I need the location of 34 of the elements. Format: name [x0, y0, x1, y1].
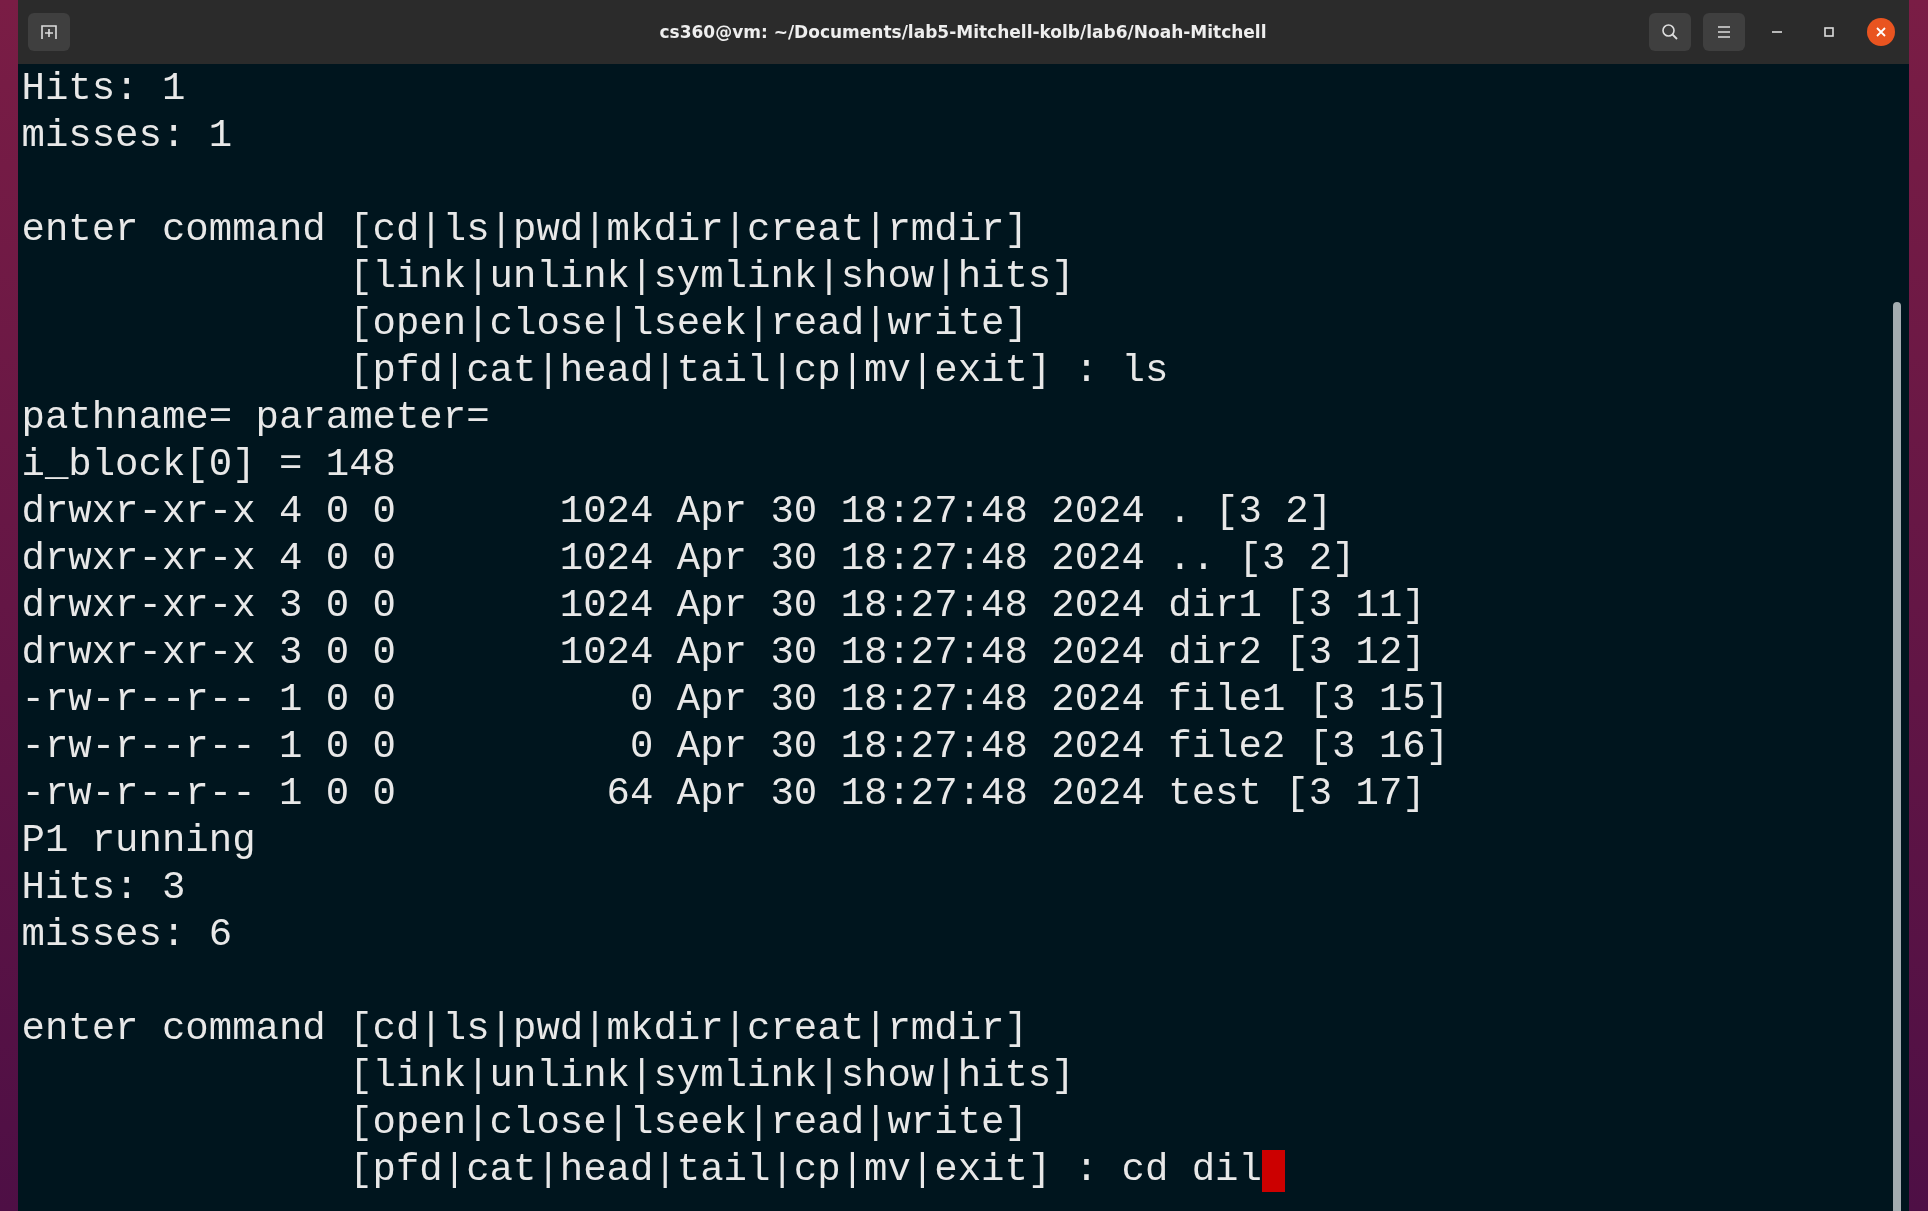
new-tab-icon	[39, 23, 58, 41]
terminal-line: enter command [cd|ls|pwd|mkdir|creat|rmdir]	[21, 1006, 1028, 1053]
terminal-line: drwxr-xr-x 3 0 0 1024 Apr 30 18:27:48 2024 dir2 [3 12]	[21, 630, 1426, 677]
terminal-line: drwxr-xr-x 4 0 0 1024 Apr 30 18:27:48 2024 .. [3 2]	[21, 536, 1356, 583]
window-title: cs360@vm: ~/Documents/lab5-Mitchell-kolb/lab6/Noah-Mitchell	[659, 22, 1267, 42]
terminal-line: -rw-r--r-- 1 0 0 0 Apr 30 18:27:48 2024 file1 [3 15]	[21, 677, 1450, 724]
search-button[interactable]	[1648, 13, 1691, 51]
terminal-line: P1 running	[21, 818, 256, 865]
terminal-line: pathname= parameter=	[21, 395, 490, 442]
terminal-line: [link|unlink|symlink|show|hits]	[348, 1053, 1075, 1100]
minimize-icon	[1771, 31, 1782, 33]
terminal-line: enter command [cd|ls|pwd|mkdir|creat|rmdir]	[21, 207, 1028, 254]
terminal-line: -rw-r--r-- 1 0 0 64 Apr 30 18:27:48 2024 test [3 17]	[21, 771, 1426, 818]
terminal-line: [pfd|cat|head|tail|cp|mv|exit] : cd dil	[348, 1147, 1262, 1194]
terminal-line: i_block[0] = 148	[21, 442, 396, 489]
terminal-line: [open|close|lseek|read|write]	[348, 301, 1028, 348]
terminal-line: Hits: 3	[21, 865, 186, 912]
terminal-line: [link|unlink|symlink|show|hits]	[348, 254, 1075, 301]
search-icon	[1660, 23, 1679, 41]
close-button[interactable]	[1866, 18, 1895, 46]
terminal-line: misses: 1	[21, 113, 233, 160]
terminal-line: Hits: 1	[21, 66, 186, 113]
menu-icon	[1715, 25, 1732, 39]
close-icon	[1875, 27, 1886, 37]
maximize-icon	[1823, 27, 1834, 37]
terminal-line: [open|close|lseek|read|write]	[348, 1100, 1028, 1147]
terminal-line: drwxr-xr-x 3 0 0 1024 Apr 30 18:27:48 2024 dir1 [3 11]	[21, 583, 1426, 630]
terminal-line: [pfd|cat|head|tail|cp|mv|exit] : ls	[348, 348, 1169, 395]
new-tab-button[interactable]	[27, 13, 70, 51]
scrollbar-thumb[interactable]	[1892, 302, 1901, 1211]
terminal-line: drwxr-xr-x 4 0 0 1024 Apr 30 18:27:48 2024 . [3 2]	[21, 489, 1333, 536]
terminal-line: -rw-r--r-- 1 0 0 0 Apr 30 18:27:48 2024 file2 [3 16]	[21, 724, 1450, 771]
terminal-line: misses: 6	[21, 912, 233, 959]
menu-button[interactable]	[1702, 13, 1745, 51]
